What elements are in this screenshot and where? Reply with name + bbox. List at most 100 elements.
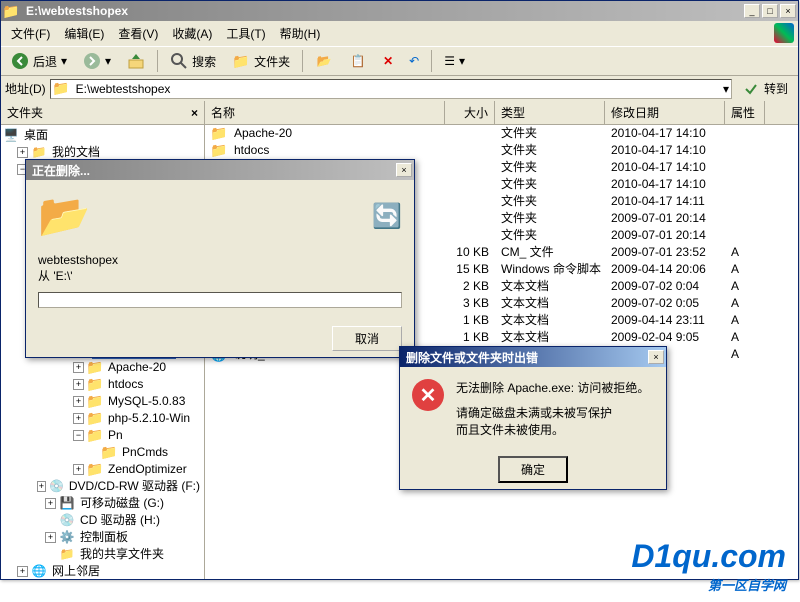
dropdown-icon: ▾ [61,54,67,68]
dropdown-icon[interactable]: ▾ [723,82,729,96]
file-attr [725,227,765,244]
search-button[interactable]: 搜索 [164,49,222,73]
folder-icon [3,3,19,19]
tree-toggle[interactable]: − [73,430,84,441]
tree-dvd[interactable]: DVD/CD-RW 驱动器 (F:) [67,478,202,495]
file-attr [725,176,765,193]
tb-undo[interactable]: ↶ [403,51,425,71]
menu-file[interactable]: 文件(F) [5,23,56,44]
file-row[interactable]: htdocs文件夹2010-04-17 14:10 [205,142,798,159]
menu-favorites[interactable]: 收藏(A) [166,23,218,44]
tree-toggle[interactable]: + [45,532,56,543]
minimize-button[interactable]: _ [744,4,760,18]
tb-btn-2[interactable]: 📋 [343,49,373,73]
cancel-button[interactable]: 取消 [332,326,402,351]
undo-icon: ↶ [409,54,419,68]
menubar: 文件(F) 编辑(E) 查看(V) 收藏(A) 工具(T) 帮助(H) [1,21,798,46]
menu-tools[interactable]: 工具(T) [220,23,271,44]
tree-shared[interactable]: 我的共享文件夹 [78,546,166,563]
folder-icon [87,377,103,393]
file-date: 2010-04-17 14:11 [605,193,725,210]
tree-toggle[interactable]: + [17,566,28,577]
menu-help[interactable]: 帮助(H) [274,23,327,44]
tree-toggle[interactable]: + [73,396,84,407]
tree-toggle[interactable]: + [37,481,46,492]
file-type: Windows 命令脚本 [495,261,605,278]
folders-button[interactable]: 文件夹 [226,49,296,73]
col-type[interactable]: 类型 [495,101,605,124]
tree-desktop[interactable]: 桌面 [22,127,50,144]
tree-removable[interactable]: 可移动磁盘 (G:) [78,495,166,512]
forward-button[interactable]: ▾ [77,49,117,73]
file-row[interactable]: Apache-20文件夹2010-04-17 14:10 [205,125,798,142]
watermark-sub: 第一区自学网 [631,575,786,594]
sidebar-close[interactable]: × [191,106,198,120]
tree-toggle[interactable]: + [73,379,84,390]
menu-edit[interactable]: 编辑(E) [58,23,110,44]
control-icon: ⚙️ [59,530,75,546]
tree-toggle[interactable]: + [73,362,84,373]
folder-icon [211,143,227,159]
tb-views[interactable]: ☰▾ [438,51,471,71]
tree-control[interactable]: 控制面板 [78,529,130,546]
ok-button[interactable]: 确定 [498,456,568,483]
file-attr: A [725,261,765,278]
progress-item: webtestshopex [38,253,402,267]
sidebar-header: 文件夹 × [1,101,204,125]
col-date[interactable]: 修改日期 [605,101,725,124]
watermark: D1qu.com 第一区自学网 [631,538,786,594]
tree-child[interactable]: htdocs [106,376,145,393]
tree-pncmds[interactable]: PnCmds [120,444,170,461]
tree-cdrom[interactable]: CD 驱动器 (H:) [78,512,162,529]
back-button[interactable]: 后退 ▾ [5,49,73,73]
col-name[interactable]: 名称 [205,101,445,124]
file-size [445,142,495,159]
file-type: 文件夹 [495,227,605,244]
network-icon: 🌐 [31,564,47,580]
folder-move-icon: 📂 [315,52,333,70]
file-size: 15 KB [445,261,495,278]
search-icon [170,52,188,70]
up-button[interactable] [121,49,151,73]
tree-child[interactable]: php-5.2.10-Win [106,410,192,427]
folder-icon [87,360,103,376]
file-type: 文本文档 [495,278,605,295]
tree-child[interactable]: ZendOptimizer [106,461,189,478]
delete-icon: ✕ [383,54,393,68]
address-input[interactable]: E:\webtestshopex ▾ [50,79,732,99]
close-button[interactable]: × [396,163,412,177]
views-icon: ☰ [444,54,455,68]
tree-toggle[interactable]: + [73,413,84,424]
tree-toggle[interactable]: + [73,464,84,475]
back-label: 后退 [33,53,57,70]
tb-btn-1[interactable]: 📂 [309,49,339,73]
progress-titlebar: 正在删除... × [26,160,414,180]
address-value: E:\webtestshopex [76,82,171,96]
file-attr [725,193,765,210]
maximize-button[interactable]: □ [762,4,778,18]
tree-child[interactable]: Pn [106,427,125,444]
menu-view[interactable]: 查看(V) [112,23,164,44]
close-button[interactable]: × [648,350,664,364]
up-icon [127,52,145,70]
file-type: 文本文档 [495,312,605,329]
tree-network[interactable]: 网上邻居 [50,563,102,579]
tree-toggle[interactable]: + [17,147,28,158]
col-attr[interactable]: 属性 [725,101,765,124]
progress-title: 正在删除... [28,162,396,179]
file-size [445,210,495,227]
tree-child[interactable]: MySQL-5.0.83 [106,393,187,410]
go-button[interactable]: 转到 [736,78,794,100]
file-date: 2009-07-01 20:14 [605,227,725,244]
tb-delete[interactable]: ✕ [377,51,399,71]
tree-toggle[interactable]: + [45,498,56,509]
file-date: 2009-07-01 23:52 [605,244,725,261]
forward-icon [83,52,101,70]
file-size [445,227,495,244]
tree-child[interactable]: Apache-20 [106,359,168,376]
file-attr [725,210,765,227]
close-button[interactable]: × [780,4,796,18]
col-size[interactable]: 大小 [445,101,495,124]
file-size: 1 KB [445,329,495,346]
file-attr: A [725,329,765,346]
